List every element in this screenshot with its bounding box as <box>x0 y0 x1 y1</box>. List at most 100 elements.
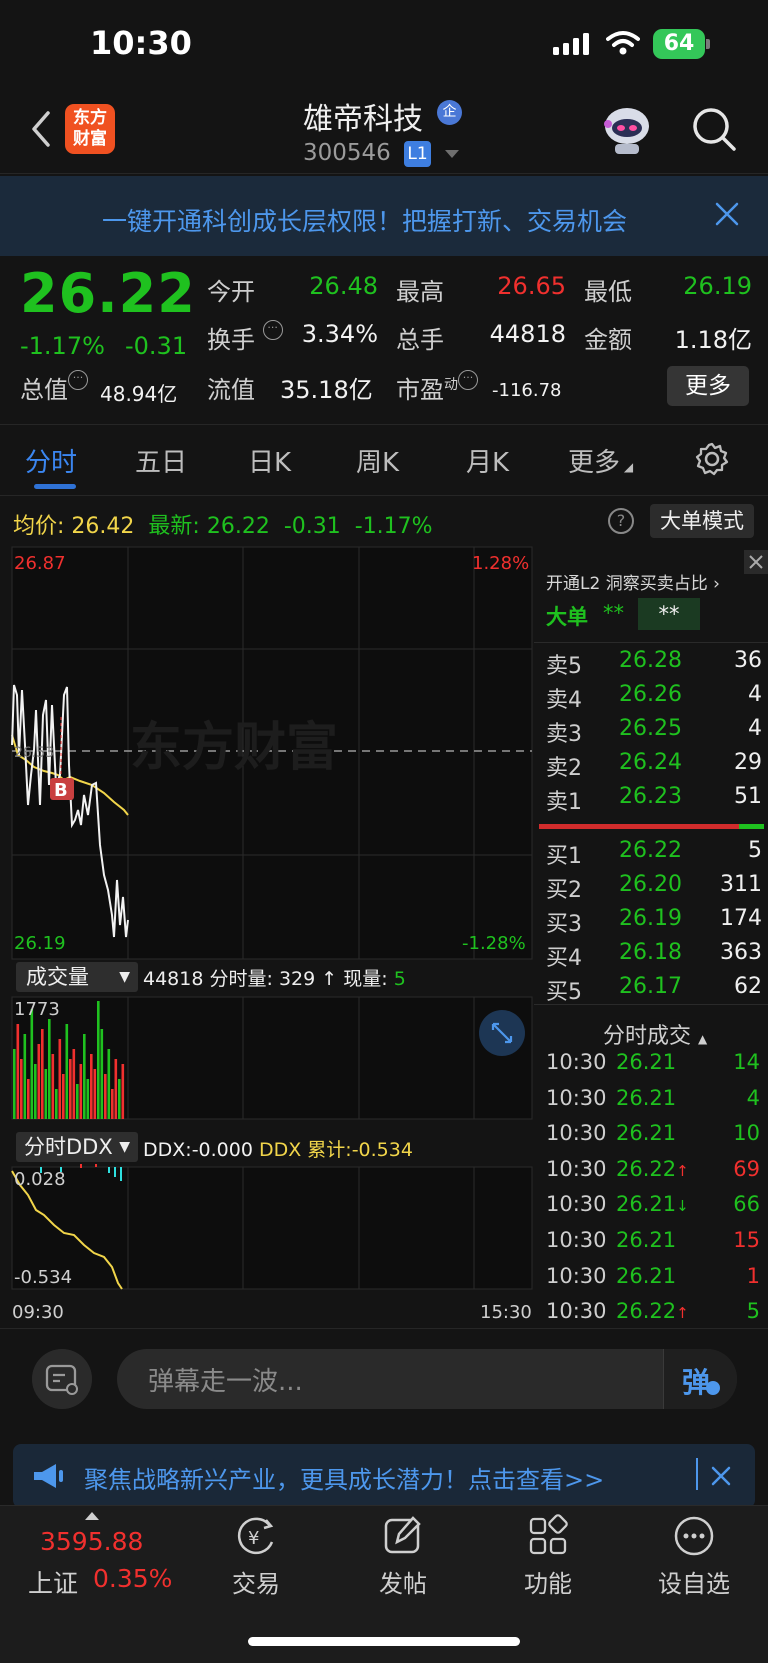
tick-row: 10:30 26.21 4 <box>546 1086 760 1116</box>
order-level-label: 卖2 <box>546 756 582 781</box>
more-circle-icon <box>674 1516 714 1556</box>
tick-row: 10:30 26.21 1 <box>546 1264 760 1294</box>
back-chevron-icon[interactable] <box>30 110 52 148</box>
volume-bar <box>58 1039 62 1119</box>
low-value: 26.19 <box>683 272 752 300</box>
more-dots-icon[interactable]: ··· <box>458 370 478 390</box>
volume-bar <box>48 1019 51 1119</box>
robot-assistant-icon[interactable] <box>600 102 654 156</box>
search-icon[interactable] <box>691 106 737 152</box>
volume-info: 44818 分时量: 329 ↑ 现量: 5 <box>143 968 406 990</box>
tick-qty: 4 <box>746 1085 760 1110</box>
order-price: 26.18 <box>619 940 682 965</box>
danmu-placeholder[interactable]: 弹幕走一波... <box>148 1361 303 1398</box>
ddx-indicator-select[interactable]: 分时DDX ▼ <box>16 1132 138 1162</box>
volume-bar <box>76 1084 79 1119</box>
big-order-mode-button[interactable]: 大单模式 <box>650 504 754 538</box>
bottom-price-label: 26.19 <box>14 933 66 954</box>
tab-more[interactable]: 更多 ◢ <box>568 442 633 479</box>
tick-qty: 14 <box>733 1050 760 1074</box>
tick-time: 10:30 <box>546 1263 607 1288</box>
trade-icon: ¥ <box>237 1517 274 1555</box>
order-qty: 62 <box>734 974 762 999</box>
volume-bar <box>44 1069 48 1119</box>
buy-order-row[interactable]: 买2 26.20 311 <box>546 872 762 903</box>
tab-daily-k[interactable]: 日K <box>248 442 291 479</box>
tab-intraday[interactable]: 分时 <box>25 442 77 479</box>
buy-order-row[interactable]: 买3 26.19 174 <box>546 906 762 937</box>
tab-weekly-k[interactable]: 周K <box>356 442 399 479</box>
nav-add-watchlist[interactable]: 设自选 <box>644 1514 744 1599</box>
nav-trade[interactable]: ¥ 交易 <box>206 1514 306 1599</box>
order-qty: 29 <box>734 750 762 775</box>
pe-label: 市盈动 ··· <box>396 370 478 405</box>
megaphone-icon <box>34 1464 63 1488</box>
level-badge[interactable]: L1 <box>404 141 431 167</box>
buy-order-row[interactable]: 买1 26.22 5 <box>546 838 762 869</box>
close-icon[interactable] <box>714 201 740 227</box>
index-name[interactable]: 上证 <box>28 1564 78 1600</box>
tick-time: 10:30 <box>546 1228 607 1252</box>
tab-monthly-k[interactable]: 月K <box>466 442 509 479</box>
index-change-pct[interactable]: 0.35% <box>93 1564 172 1593</box>
volume-bar <box>72 1049 76 1119</box>
ddx-info: DDX:-0.000 DDX 累计:-0.534 <box>143 1139 413 1161</box>
volume-bar <box>93 1069 97 1119</box>
promo-text[interactable]: 聚焦战略新兴产业，更具成长潜力！点击查看>> <box>84 1460 604 1495</box>
note-icon[interactable] <box>32 1349 92 1409</box>
order-price: 26.17 <box>619 974 682 999</box>
grid-icon <box>529 1514 568 1555</box>
volume-bar <box>111 1089 114 1119</box>
low-label: 最低 <box>584 278 632 306</box>
volume-indicator-select[interactable]: 成交量 ▼ <box>16 962 138 992</box>
settings-gear-icon[interactable] <box>694 441 730 477</box>
more-dots-icon[interactable]: ··· <box>262 320 283 340</box>
ticks-title[interactable]: 分时成交 ▲ <box>603 1018 707 1050</box>
sell-order-row[interactable]: 卖3 26.25 4 <box>546 716 762 747</box>
status-time: 10:30 <box>90 24 192 62</box>
pe-value: -116.78 <box>492 380 562 401</box>
order-qty: 363 <box>720 940 762 965</box>
high-label: 最高 <box>396 278 444 306</box>
banner-text[interactable]: 一键开通科创成长层权限！把握打新、交易机会 <box>102 202 692 238</box>
nav-functions[interactable]: 功能 <box>498 1514 598 1599</box>
danmu-toggle-button[interactable]: 弹 <box>663 1349 737 1409</box>
more-button[interactable]: 更多 <box>667 366 749 406</box>
order-price: 26.20 <box>619 872 682 897</box>
buy-order-row[interactable]: 买4 26.18 363 <box>546 940 762 971</box>
buy-order-row[interactable]: 买5 26.17 62 <box>546 974 762 1005</box>
intraday-chart[interactable]: 东方财富 B 26.87 1.28% 26.53 26.19 -1.28% 17… <box>0 545 536 1325</box>
caret-up-icon: ▲ <box>698 1032 708 1046</box>
time-end-label: 15:30 <box>480 1302 532 1323</box>
order-level-label: 卖5 <box>546 654 582 679</box>
help-icon[interactable]: ? <box>608 508 634 534</box>
tick-qty: 5 <box>746 1299 760 1324</box>
top-price-label: 26.87 <box>14 553 66 574</box>
tab-five-day[interactable]: 五日 <box>135 442 187 479</box>
order-qty: 4 <box>748 682 762 707</box>
caret-down-icon[interactable] <box>445 150 459 159</box>
index-price[interactable]: 3595.88 <box>40 1527 143 1556</box>
volume-bar <box>118 1079 121 1119</box>
volume-bar <box>100 1029 104 1119</box>
arrow-up-icon: ↑ <box>676 1161 689 1180</box>
ddx-top-label: 0.028 <box>14 1169 66 1190</box>
tick-qty: 69 <box>733 1156 760 1181</box>
close-icon[interactable] <box>709 1464 733 1488</box>
sell-order-row[interactable]: 卖2 26.24 29 <box>546 750 762 781</box>
divider <box>696 1458 698 1490</box>
volume-bar <box>13 1049 16 1119</box>
sell-order-row[interactable]: 卖4 26.26 4 <box>546 682 762 713</box>
l2-promo-link[interactable]: 开通L2 洞察买卖占比 › <box>546 569 720 594</box>
battery-tip <box>706 39 710 49</box>
nav-post[interactable]: 发帖 <box>353 1514 453 1599</box>
big-order-value-2: ** <box>638 598 700 630</box>
sell-order-row[interactable]: 卖5 26.28 36 <box>546 648 762 679</box>
close-icon[interactable] <box>744 550 768 574</box>
buy-ratio-bar <box>739 824 764 829</box>
volume-bar <box>83 1034 86 1119</box>
app-logo: 东方 财富 <box>65 104 115 154</box>
order-level-label: 卖1 <box>546 790 582 815</box>
sell-order-row[interactable]: 卖1 26.23 51 <box>546 784 762 815</box>
more-dots-icon[interactable]: ··· <box>68 370 88 390</box>
